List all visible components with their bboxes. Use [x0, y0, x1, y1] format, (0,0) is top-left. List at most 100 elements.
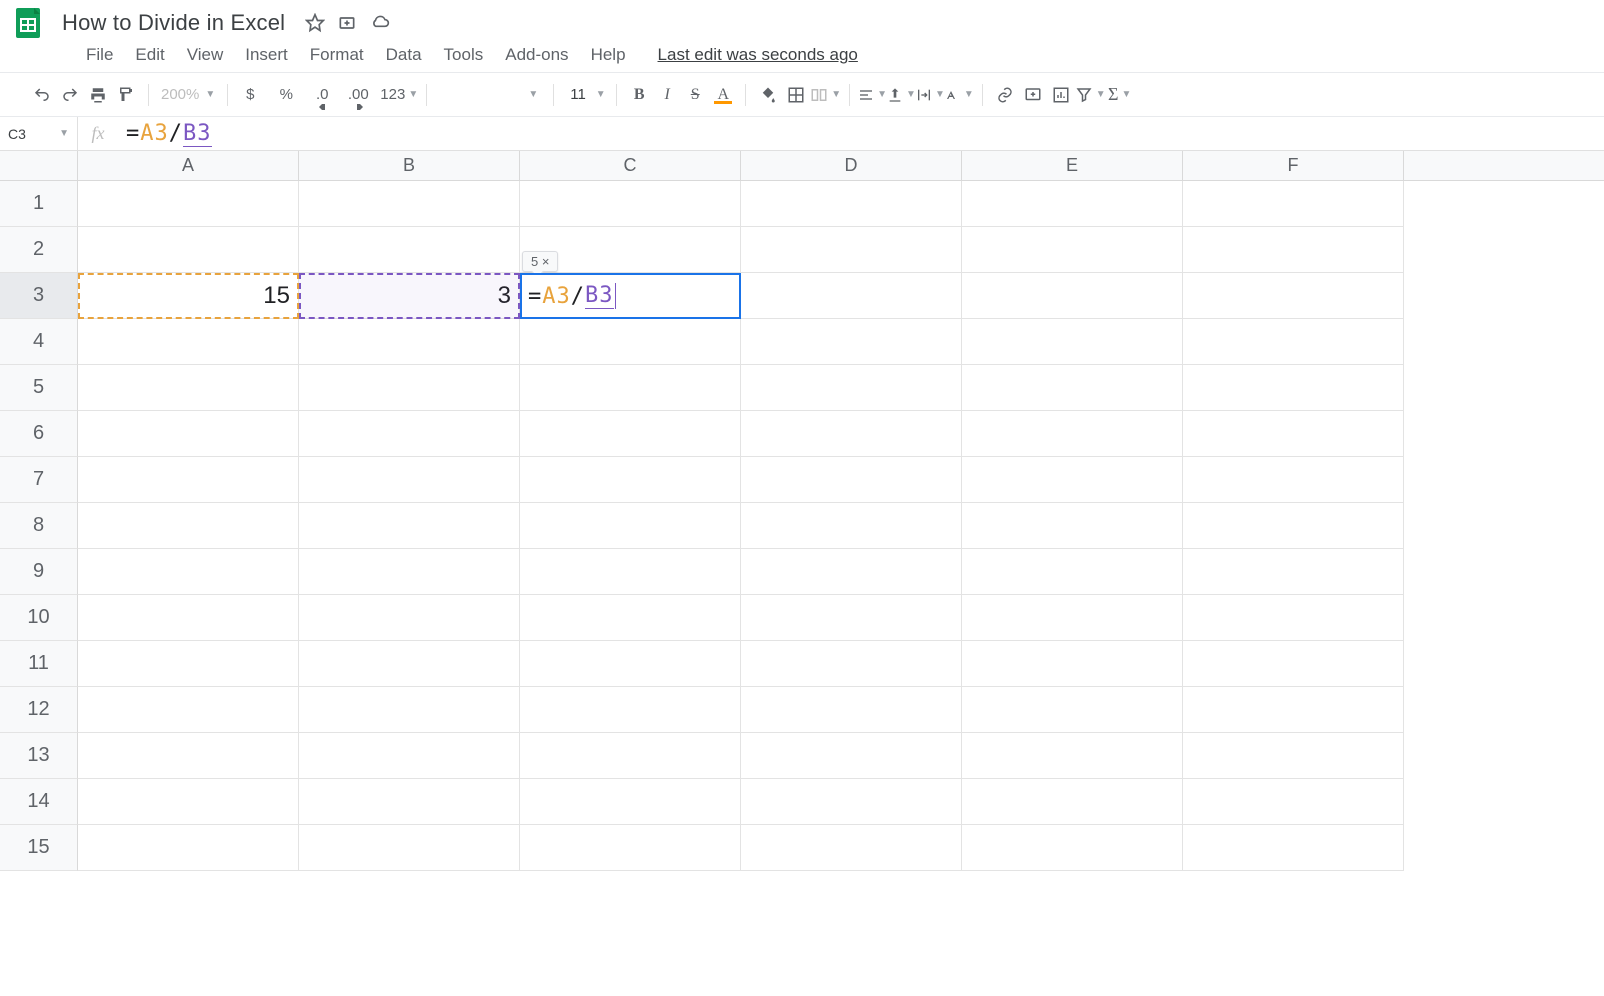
select-all-corner[interactable] — [0, 151, 78, 180]
menu-insert[interactable]: Insert — [235, 41, 298, 69]
cell-E14[interactable] — [962, 779, 1183, 825]
percent-button[interactable]: % — [272, 81, 300, 109]
cell-D12[interactable] — [741, 687, 962, 733]
name-box[interactable]: C3 ▼ — [0, 117, 78, 150]
filter-button[interactable]: ▼ — [1075, 81, 1106, 109]
cell-E8[interactable] — [962, 503, 1183, 549]
cell-F3[interactable] — [1183, 273, 1404, 319]
cell-D7[interactable] — [741, 457, 962, 503]
row-header-5[interactable]: 5 — [0, 365, 78, 411]
cloud-icon[interactable] — [369, 13, 391, 33]
cell-E5[interactable] — [962, 365, 1183, 411]
row-header-13[interactable]: 13 — [0, 733, 78, 779]
column-header-B[interactable]: B — [299, 151, 520, 180]
row-header-1[interactable]: 1 — [0, 181, 78, 227]
cell-A3[interactable]: 15 — [78, 273, 299, 319]
row-header-10[interactable]: 10 — [0, 595, 78, 641]
row-header-11[interactable]: 11 — [0, 641, 78, 687]
text-wrap-button[interactable]: ▼ — [916, 81, 945, 109]
cell-B10[interactable] — [299, 595, 520, 641]
cell-B1[interactable] — [299, 181, 520, 227]
cell-B2[interactable] — [299, 227, 520, 273]
redo-button[interactable] — [56, 81, 84, 109]
cell-F15[interactable] — [1183, 825, 1404, 871]
cell-A15[interactable] — [78, 825, 299, 871]
move-icon[interactable] — [337, 13, 357, 33]
cell-B6[interactable] — [299, 411, 520, 457]
row-header-12[interactable]: 12 — [0, 687, 78, 733]
increase-decimal-button[interactable]: .00 — [344, 81, 372, 109]
print-button[interactable] — [84, 81, 112, 109]
bold-button[interactable]: B — [625, 81, 653, 109]
cell-C4[interactable] — [520, 319, 741, 365]
cell-C10[interactable] — [520, 595, 741, 641]
cell-F5[interactable] — [1183, 365, 1404, 411]
menu-view[interactable]: View — [177, 41, 234, 69]
insert-comment-button[interactable] — [1019, 81, 1047, 109]
menu-help[interactable]: Help — [581, 41, 636, 69]
cell-A2[interactable] — [78, 227, 299, 273]
formula-input[interactable]: =A3/B3 — [118, 121, 212, 147]
cell-C8[interactable] — [520, 503, 741, 549]
column-header-C[interactable]: C — [520, 151, 741, 180]
cell-E7[interactable] — [962, 457, 1183, 503]
cell-D2[interactable] — [741, 227, 962, 273]
row-header-7[interactable]: 7 — [0, 457, 78, 503]
borders-button[interactable] — [782, 81, 810, 109]
cell-B8[interactable] — [299, 503, 520, 549]
cell-A10[interactable] — [78, 595, 299, 641]
cell-C11[interactable] — [520, 641, 741, 687]
cell-C9[interactable] — [520, 549, 741, 595]
cell-A1[interactable] — [78, 181, 299, 227]
cell-F8[interactable] — [1183, 503, 1404, 549]
cell-B4[interactable] — [299, 319, 520, 365]
last-edit-link[interactable]: Last edit was seconds ago — [658, 45, 858, 65]
cell-D13[interactable] — [741, 733, 962, 779]
cell-D1[interactable] — [741, 181, 962, 227]
cell-F12[interactable] — [1183, 687, 1404, 733]
cell-F7[interactable] — [1183, 457, 1404, 503]
cell-E12[interactable] — [962, 687, 1183, 733]
menu-format[interactable]: Format — [300, 41, 374, 69]
cell-D14[interactable] — [741, 779, 962, 825]
cell-D10[interactable] — [741, 595, 962, 641]
cell-E13[interactable] — [962, 733, 1183, 779]
cell-C6[interactable] — [520, 411, 741, 457]
strikethrough-button[interactable]: S — [681, 81, 709, 109]
cell-E4[interactable] — [962, 319, 1183, 365]
menu-file[interactable]: File — [76, 41, 123, 69]
menu-edit[interactable]: Edit — [125, 41, 174, 69]
cell-A8[interactable] — [78, 503, 299, 549]
document-title[interactable]: How to Divide in Excel — [56, 8, 291, 38]
font-size-select[interactable]: 11 ▼ — [562, 83, 608, 107]
cell-D6[interactable] — [741, 411, 962, 457]
italic-button[interactable]: I — [653, 81, 681, 109]
zoom-select[interactable]: 200% ▼ — [157, 86, 219, 103]
cell-F1[interactable] — [1183, 181, 1404, 227]
row-header-3[interactable]: 3 — [0, 273, 78, 319]
cell-D4[interactable] — [741, 319, 962, 365]
cell-D3[interactable] — [741, 273, 962, 319]
sheets-logo[interactable] — [8, 3, 48, 43]
more-formats-button[interactable]: 123 ▼ — [380, 81, 418, 109]
column-header-F[interactable]: F — [1183, 151, 1404, 180]
row-header-8[interactable]: 8 — [0, 503, 78, 549]
cell-E15[interactable] — [962, 825, 1183, 871]
cell-A4[interactable] — [78, 319, 299, 365]
row-header-14[interactable]: 14 — [0, 779, 78, 825]
insert-chart-button[interactable] — [1047, 81, 1075, 109]
star-icon[interactable] — [305, 13, 325, 33]
cell-E11[interactable] — [962, 641, 1183, 687]
cell-B11[interactable] — [299, 641, 520, 687]
cell-E2[interactable] — [962, 227, 1183, 273]
text-rotation-button[interactable]: ▼ — [945, 81, 974, 109]
cell-B7[interactable] — [299, 457, 520, 503]
functions-button[interactable]: Σ ▼ — [1106, 81, 1134, 109]
cell-F11[interactable] — [1183, 641, 1404, 687]
menu-addons[interactable]: Add-ons — [495, 41, 578, 69]
row-header-15[interactable]: 15 — [0, 825, 78, 871]
cell-B9[interactable] — [299, 549, 520, 595]
cell-B15[interactable] — [299, 825, 520, 871]
cell-C1[interactable] — [520, 181, 741, 227]
cell-D9[interactable] — [741, 549, 962, 595]
